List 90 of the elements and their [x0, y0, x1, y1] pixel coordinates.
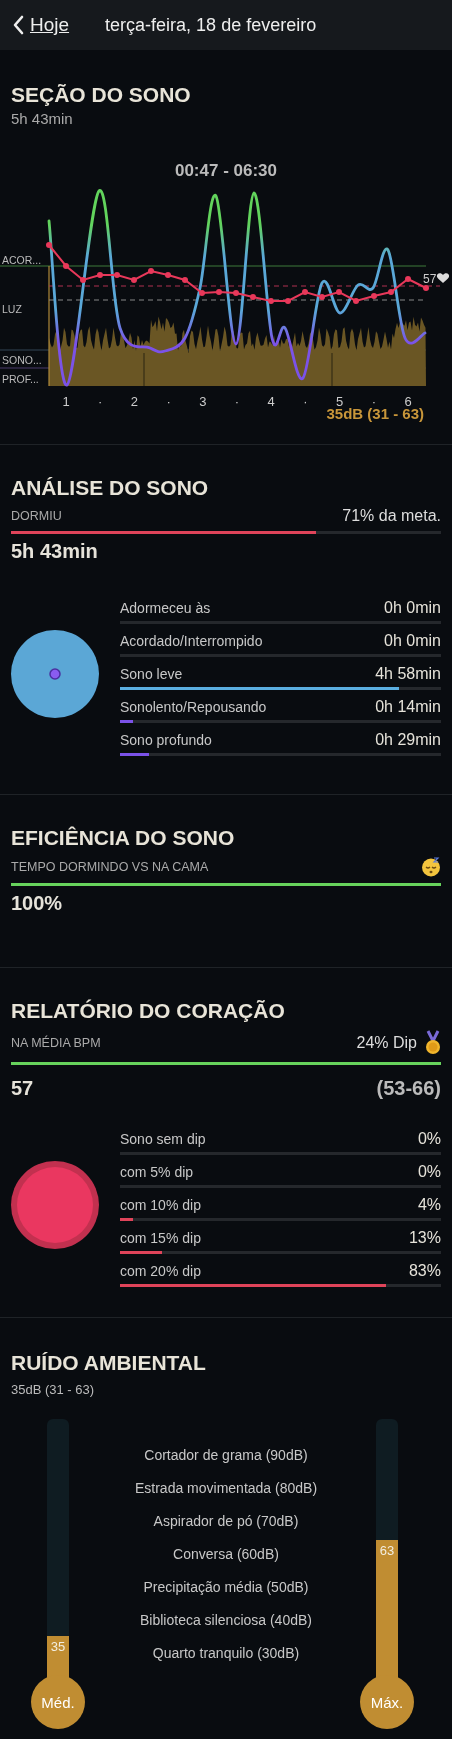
- heart-rate-point: [63, 263, 69, 269]
- heart-rate-point: [336, 289, 342, 295]
- heart-rate-point: [405, 276, 411, 282]
- heart-rate-point: [97, 272, 103, 278]
- axis-label: 4: [267, 394, 275, 409]
- heart-rate-point: [302, 289, 308, 295]
- section-title: ANÁLISE DO SONO: [11, 475, 210, 501]
- heart-rate-point: [388, 289, 394, 295]
- back-link[interactable]: Hoje: [12, 14, 70, 36]
- heart-rate-point: [216, 289, 222, 295]
- efficiency-subtitle: TEMPO DORMINDO VS NA CAMA: [11, 860, 209, 874]
- heart-rate-point: [285, 298, 291, 304]
- heart-rate-point: [46, 242, 52, 248]
- dip-label: com 5% dip: [120, 1164, 194, 1180]
- heart-subtitle: NA MÉDIA BPM: [11, 1036, 101, 1050]
- dip-label: com 10% dip: [120, 1197, 201, 1213]
- bpm-range: (53-66): [376, 1077, 441, 1100]
- heart-rate-label: 57: [423, 272, 437, 286]
- section-title: SEÇÃO DO SONO: [11, 82, 192, 108]
- chevron-left-icon: [12, 15, 24, 35]
- nav-title: terça-feira, 18 de fevereiro: [105, 14, 317, 36]
- average-bpm: 57: [11, 1077, 34, 1100]
- stage-duration: 0h 14min: [375, 698, 441, 716]
- axis-label: ·: [166, 394, 171, 409]
- heart-rate-point: [319, 294, 325, 300]
- axis-label: LUZ: [2, 303, 22, 315]
- heart-rate-point: [250, 294, 256, 300]
- noise-reference: Aspirador de pó (70dB): [153, 1512, 299, 1531]
- stage-label: Acordado/Interrompido: [120, 633, 263, 649]
- section-title: RUÍDO AMBIENTAL: [11, 1350, 207, 1376]
- axis-label: 1: [62, 394, 70, 409]
- stage-label: Sono profundo: [120, 732, 212, 748]
- noise-reference: Estrada movimentada (80dB): [134, 1479, 318, 1498]
- stage-duration: 0h 0min: [384, 632, 441, 650]
- sleep-duration: 5h 43min: [11, 110, 74, 127]
- sleeping-face-icon: [421, 857, 441, 877]
- noise-reference: Cortador de grama (90dB): [144, 1446, 308, 1465]
- total-sleep: 5h 43min: [11, 540, 99, 563]
- section-title: RELATÓRIO DO CORAÇÃO: [11, 998, 286, 1024]
- noise-reference: Biblioteca silenciosa (40dB): [140, 1611, 312, 1630]
- noise-reference: Quarto tranquilo (30dB): [152, 1644, 300, 1663]
- heart-rate-point: [268, 298, 274, 304]
- heart-icon: [436, 273, 450, 283]
- heart-rate-point: [423, 285, 429, 291]
- axis-label: ·: [234, 394, 240, 409]
- axis-label: ·: [98, 394, 103, 409]
- stage-duration: 0h 0min: [384, 599, 441, 617]
- axis-label: ·: [303, 394, 308, 409]
- axis-label: 3: [199, 394, 207, 409]
- dip-percent: 0%: [417, 1130, 441, 1148]
- section-title: EFICIÊNCIA DO SONO: [11, 825, 236, 851]
- medal-icon: [425, 1030, 441, 1056]
- time-range: 00:47 - 06:30: [173, 161, 279, 182]
- back-label[interactable]: Hoje: [30, 14, 70, 36]
- dip-percent: 0%: [417, 1163, 441, 1181]
- dip-percent: 83%: [408, 1262, 441, 1280]
- heart-rate-point: [353, 298, 359, 304]
- stage-duration: 4h 58min: [375, 665, 441, 683]
- gauge-reading: 63: [379, 1542, 395, 1558]
- stage-label: Adormeceu às: [120, 600, 211, 616]
- dip-percent: 13%: [408, 1229, 441, 1247]
- goal-label: DORMIU: [11, 509, 62, 523]
- heart-rate-point: [233, 290, 239, 296]
- heart-rate-point: [148, 268, 154, 274]
- dip-label: Sono sem dip: [120, 1131, 206, 1147]
- noise-summary: 35dB (31 - 63): [11, 1382, 96, 1397]
- heart-rate-point: [182, 277, 188, 283]
- efficiency-value: 100%: [11, 892, 64, 915]
- dip-label: com 15% dip: [120, 1230, 201, 1246]
- dip-percent: 4%: [417, 1196, 441, 1214]
- heart-rate-point: [371, 293, 377, 299]
- heart-rate-point: [80, 277, 86, 283]
- heart-rate-point: [131, 277, 137, 283]
- axis-label: SONO...: [2, 354, 42, 366]
- gauge-bulb: Méd.: [31, 1675, 85, 1729]
- axis-label: ACOR...: [2, 254, 42, 266]
- gauge-bulb: Máx.: [360, 1675, 414, 1729]
- gauge-reading: 35: [50, 1639, 66, 1655]
- heart-rate-point: [165, 272, 171, 278]
- stage-duration: 0h 29min: [375, 731, 441, 749]
- dip-value: 24% Dip: [356, 1034, 417, 1052]
- noise-reference: Conversa (60dB): [173, 1545, 279, 1564]
- noise-reference: Precipitação média (50dB): [143, 1578, 309, 1597]
- stage-label: Sonolento/Repousando: [120, 699, 267, 715]
- axis-label: 2: [130, 394, 138, 409]
- heart-rate-point: [199, 290, 205, 296]
- stage-label: Sono leve: [120, 666, 183, 682]
- dip-label: com 20% dip: [120, 1263, 201, 1279]
- heart-rate-point: [114, 272, 120, 278]
- axis-label: PROF...: [2, 373, 39, 385]
